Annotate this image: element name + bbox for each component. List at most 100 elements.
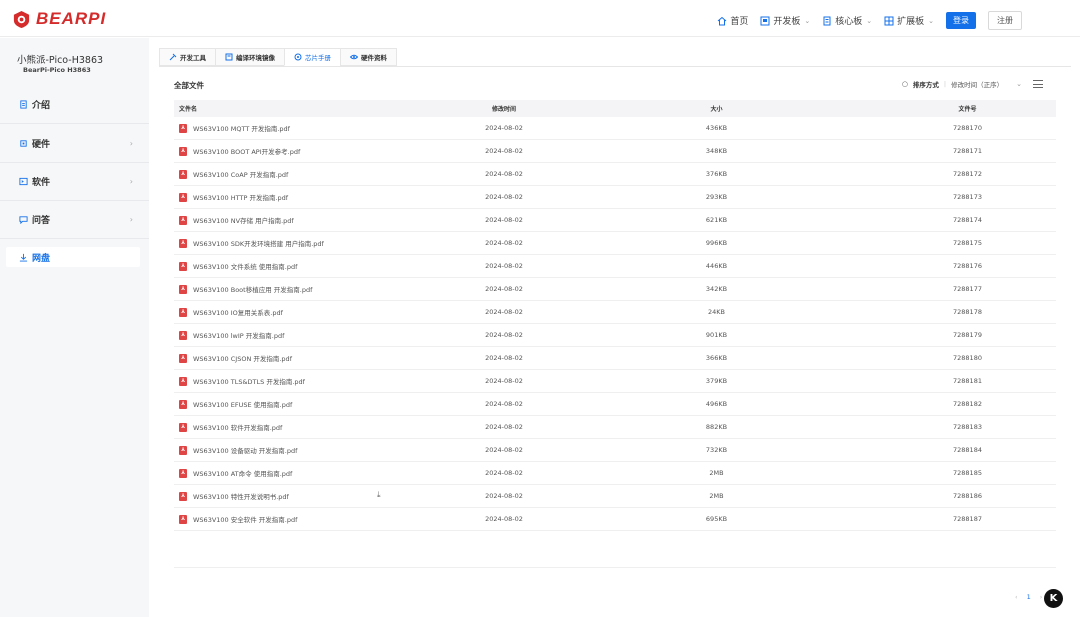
- table-row[interactable]: ⅄ WS63V100 HTTP 开发指南.pdf 2024-08-02 293KB 72…: [174, 186, 1056, 209]
- download-icon[interactable]: ⤓: [377, 490, 381, 500]
- tab-build-image[interactable]: 编译环境镜像: [215, 48, 284, 66]
- pdf-file-icon: ⅄: [179, 146, 187, 156]
- file-date: 2024-08-02: [485, 400, 523, 408]
- login-button[interactable]: 登录: [946, 12, 976, 29]
- tab-chip-manual[interactable]: 芯片手册: [284, 48, 340, 66]
- chevron-down-icon[interactable]: ⌄: [1016, 80, 1022, 88]
- file-name-cell[interactable]: ⅄ WS63V100 CoAP 开发指南.pdf: [174, 169, 454, 179]
- table-row[interactable]: ⅄ WS63V100 AT命令 使用指南.pdf 2024-08-02 2MB 7288…: [174, 462, 1056, 485]
- file-name-cell[interactable]: ⅄ WS63V100 文件系统 使用指南.pdf: [174, 261, 454, 271]
- file-name-cell[interactable]: ⅄ WS63V100 lwIP 开发指南.pdf: [174, 330, 454, 340]
- file-name[interactable]: WS63V100 MQTT 开发指南.pdf: [193, 123, 290, 133]
- table-row[interactable]: ⅄ WS63V100 CJSON 开发指南.pdf 2024-08-02 366KB 7…: [174, 347, 1056, 370]
- file-name-cell[interactable]: ⅄ WS63V100 MQTT 开发指南.pdf: [174, 123, 454, 133]
- prev-page-button[interactable]: ‹: [1015, 593, 1018, 601]
- table-row[interactable]: ⅄ WS63V100 安全软件 开发指南.pdf 2024-08-02 695KB 72…: [174, 508, 1056, 531]
- file-name[interactable]: WS63V100 文件系统 使用指南.pdf: [193, 261, 297, 271]
- file-name[interactable]: WS63V100 AT命令 使用指南.pdf: [193, 468, 292, 478]
- file-name-cell[interactable]: ⅄ WS63V100 BOOT API开发参考.pdf: [174, 146, 454, 156]
- brand-logo[interactable]: BEARPI: [12, 9, 106, 29]
- table-row[interactable]: ⅄ WS63V100 EFUSE 使用指南.pdf 2024-08-02 496KB 7…: [174, 393, 1056, 416]
- chevron-down-icon: ⌄: [928, 16, 934, 25]
- table-row[interactable]: ⅄ WS63V100 特性开发说明书.pdf ⤓ 2024-08-02 2MB 72881…: [174, 485, 1056, 508]
- file-name[interactable]: WS63V100 软件开发指南.pdf: [193, 422, 282, 432]
- file-name-cell[interactable]: ⅄ WS63V100 CJSON 开发指南.pdf: [174, 353, 454, 363]
- table-row[interactable]: ⅄ WS63V100 IO复用关系表.pdf 2024-08-02 24KB 72881…: [174, 301, 1056, 324]
- sidebar-item-intro[interactable]: 介绍: [0, 86, 149, 124]
- file-number: 7288180: [953, 354, 982, 362]
- table-row[interactable]: ⅄ WS63V100 SDK开发环境搭建 用户指南.pdf 2024-08-02 99…: [174, 232, 1056, 255]
- file-size: 496KB: [705, 400, 728, 408]
- file-name-cell[interactable]: ⅄ WS63V100 安全软件 开发指南.pdf: [174, 514, 454, 524]
- tab-label: 硬件资料: [361, 54, 387, 62]
- file-name-cell[interactable]: ⅄ WS63V100 AT命令 使用指南.pdf: [174, 468, 454, 478]
- file-date: 2024-08-02: [485, 216, 523, 224]
- col-size-header[interactable]: 大小: [554, 104, 779, 113]
- file-name[interactable]: WS63V100 BOOT API开发参考.pdf: [193, 146, 300, 156]
- file-name-cell[interactable]: ⅄ WS63V100 特性开发说明书.pdf ⤓: [174, 490, 454, 501]
- file-name-cell[interactable]: ⅄ WS63V100 EFUSE 使用指南.pdf: [174, 399, 454, 409]
- file-name[interactable]: WS63V100 HTTP 开发指南.pdf: [193, 192, 288, 202]
- file-date: 2024-08-02: [485, 492, 523, 500]
- file-name[interactable]: WS63V100 设备驱动 开发指南.pdf: [193, 445, 297, 455]
- file-date: 2024-08-02: [485, 262, 523, 270]
- sort-label[interactable]: 排序方式: [913, 79, 939, 89]
- file-name-cell[interactable]: ⅄ WS63V100 Boot移植应用 开发指南.pdf: [174, 284, 454, 294]
- table-row[interactable]: ⅄ WS63V100 文件系统 使用指南.pdf 2024-08-02 446KB 72…: [174, 255, 1056, 278]
- nav-dev-board[interactable]: 开发板 ⌄: [760, 14, 810, 27]
- file-name[interactable]: WS63V100 CoAP 开发指南.pdf: [193, 169, 288, 179]
- file-name[interactable]: WS63V100 NV存储 用户指南.pdf: [193, 215, 294, 225]
- sidebar-item-netdisk[interactable]: 网盘: [6, 247, 140, 267]
- table-row[interactable]: ⅄ WS63V100 BOOT API开发参考.pdf 2024-08-02 348K…: [174, 140, 1056, 163]
- file-name[interactable]: WS63V100 特性开发说明书.pdf: [193, 491, 289, 501]
- file-name[interactable]: WS63V100 SDK开发环境搭建 用户指南.pdf: [193, 238, 324, 248]
- file-date: 2024-08-02: [485, 331, 523, 339]
- chevron-right-icon: ›: [129, 139, 133, 148]
- tab-dev-tools[interactable]: 开发工具: [159, 48, 215, 66]
- col-name-header[interactable]: 文件名: [174, 104, 454, 113]
- register-button[interactable]: 注册: [988, 11, 1022, 30]
- chip-icon: [823, 16, 831, 25]
- file-name[interactable]: WS63V100 EFUSE 使用指南.pdf: [193, 399, 292, 409]
- file-name[interactable]: WS63V100 安全软件 开发指南.pdf: [193, 514, 297, 524]
- table-row[interactable]: ⅄ WS63V100 Boot移植应用 开发指南.pdf 2024-08-02 342…: [174, 278, 1056, 301]
- chat-icon: [19, 216, 28, 224]
- sidebar-item-qa[interactable]: 问答 ›: [0, 201, 149, 239]
- table-row[interactable]: ⅄ WS63V100 NV存储 用户指南.pdf 2024-08-02 621KB 72…: [174, 209, 1056, 232]
- table-row[interactable]: ⅄ WS63V100 MQTT 开发指南.pdf 2024-08-02 436KB 72…: [174, 117, 1056, 140]
- sort-select[interactable]: 修改时间（正序）: [951, 79, 1003, 89]
- file-name[interactable]: WS63V100 CJSON 开发指南.pdf: [193, 353, 292, 363]
- file-name[interactable]: WS63V100 IO复用关系表.pdf: [193, 307, 283, 317]
- list-view-icon[interactable]: [1033, 80, 1043, 88]
- nav-extension-board[interactable]: 扩展板 ⌄: [884, 14, 934, 27]
- page-number[interactable]: 1: [1027, 593, 1031, 601]
- file-name[interactable]: WS63V100 TLS&DTLS 开发指南.pdf: [193, 376, 305, 386]
- table-row[interactable]: ⅄ WS63V100 设备驱动 开发指南.pdf 2024-08-02 732KB 72…: [174, 439, 1056, 462]
- table-row[interactable]: ⅄ WS63V100 lwIP 开发指南.pdf 2024-08-02 901KB 72…: [174, 324, 1056, 347]
- top-header: BEARPI 首页 开发板 ⌄ 核心板 ⌄ 扩展板 ⌄ 登录 注册: [0, 0, 1080, 37]
- sidebar-item-label: 网盘: [32, 253, 51, 264]
- file-name-cell[interactable]: ⅄ WS63V100 软件开发指南.pdf: [174, 422, 454, 432]
- tab-hardware-docs[interactable]: 硬件资料: [340, 48, 397, 66]
- sidebar-item-hardware[interactable]: 硬件 ›: [0, 125, 149, 163]
- table-row[interactable]: ⅄ WS63V100 CoAP 开发指南.pdf 2024-08-02 376KB 72…: [174, 163, 1056, 186]
- table-row[interactable]: ⅄ WS63V100 TLS&DTLS 开发指南.pdf 2024-08-02 379…: [174, 370, 1056, 393]
- file-name-cell[interactable]: ⅄ WS63V100 NV存储 用户指南.pdf: [174, 215, 454, 225]
- file-name[interactable]: WS63V100 Boot移植应用 开发指南.pdf: [193, 284, 312, 294]
- file-name-cell[interactable]: ⅄ WS63V100 TLS&DTLS 开发指南.pdf: [174, 376, 454, 386]
- sidebar-item-software[interactable]: 软件 ›: [0, 163, 149, 201]
- pdf-file-icon: ⅄: [179, 123, 187, 133]
- file-name-cell[interactable]: ⅄ WS63V100 设备驱动 开发指南.pdf: [174, 445, 454, 455]
- floating-assistant-button[interactable]: K: [1044, 589, 1063, 608]
- all-files-title: 全部文件: [174, 81, 204, 90]
- col-date-header[interactable]: 修改时间: [454, 104, 554, 113]
- file-name-cell[interactable]: ⅄ WS63V100 SDK开发环境搭建 用户指南.pdf: [174, 238, 454, 248]
- file-name[interactable]: WS63V100 lwIP 开发指南.pdf: [193, 330, 284, 340]
- next-page-button[interactable]: ›: [1040, 593, 1043, 601]
- nav-home[interactable]: 首页: [717, 14, 748, 27]
- file-name-cell[interactable]: ⅄ WS63V100 HTTP 开发指南.pdf: [174, 192, 454, 202]
- col-number-header[interactable]: 文件号: [779, 104, 1056, 113]
- nav-core-board[interactable]: 核心板 ⌄: [822, 14, 872, 27]
- table-row[interactable]: ⅄ WS63V100 软件开发指南.pdf 2024-08-02 882KB 72881…: [174, 416, 1056, 439]
- file-name-cell[interactable]: ⅄ WS63V100 IO复用关系表.pdf: [174, 307, 454, 317]
